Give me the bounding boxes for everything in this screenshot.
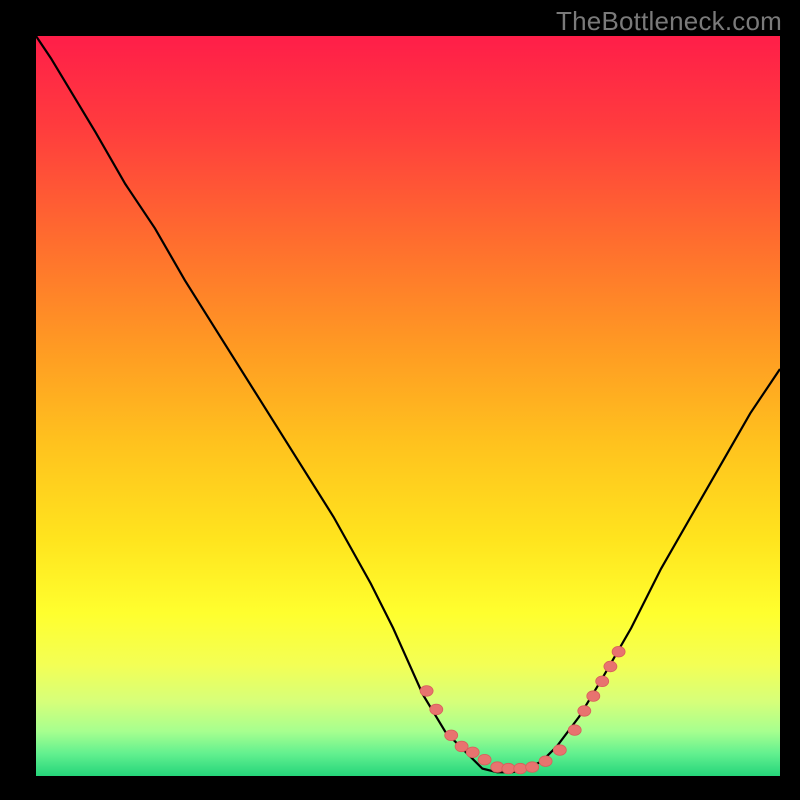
highlight-dot [420, 686, 433, 697]
highlight-dot [553, 745, 566, 756]
highlight-dot [455, 741, 468, 752]
highlight-dot [478, 754, 491, 765]
highlight-dot [445, 730, 458, 741]
bottleneck-chart [0, 0, 800, 800]
highlight-dot [502, 763, 515, 774]
highlight-dot [578, 706, 591, 717]
plot-background [36, 36, 780, 776]
highlight-dot [587, 691, 600, 702]
highlight-dot [604, 661, 617, 672]
highlight-dot [514, 763, 527, 774]
watermark-text: TheBottleneck.com [556, 6, 782, 37]
highlight-dot [526, 762, 539, 773]
highlight-dot [539, 756, 552, 767]
highlight-dot [612, 646, 625, 657]
highlight-dot [568, 725, 581, 736]
chart-container: TheBottleneck.com [0, 0, 800, 800]
highlight-dot [430, 704, 443, 715]
highlight-dot [466, 747, 479, 758]
highlight-dot [596, 676, 609, 687]
